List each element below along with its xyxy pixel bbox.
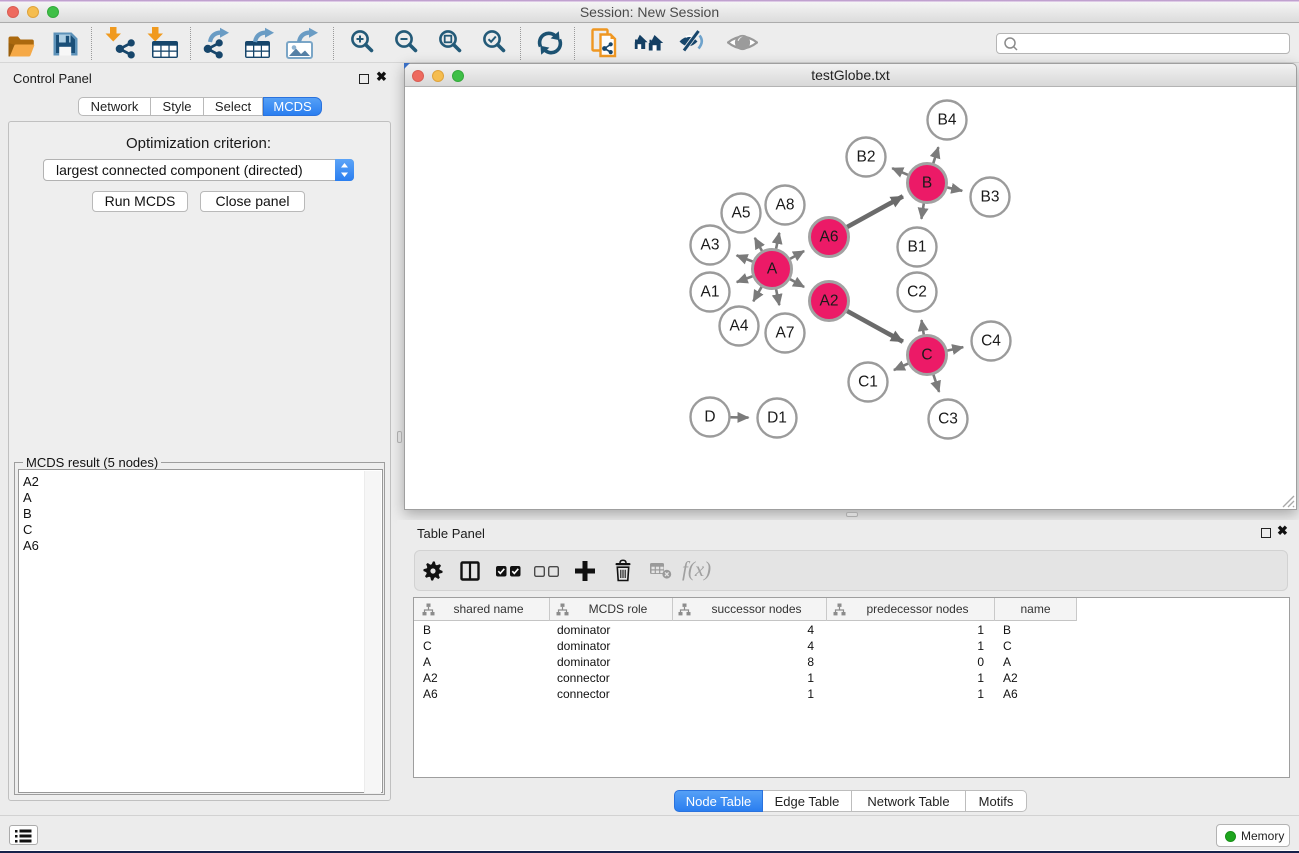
svg-text:A3: A3 bbox=[701, 237, 720, 254]
svg-text:A6: A6 bbox=[820, 229, 839, 246]
svg-text:B3: B3 bbox=[981, 189, 1000, 206]
svg-text:A: A bbox=[767, 261, 778, 278]
svg-text:f(x): f(x) bbox=[682, 560, 711, 581]
svg-text:A2: A2 bbox=[820, 293, 839, 310]
svg-text:D: D bbox=[704, 409, 715, 426]
svg-text:A7: A7 bbox=[776, 325, 795, 342]
svg-text:C: C bbox=[921, 347, 932, 364]
svg-text:A1: A1 bbox=[701, 284, 720, 301]
svg-text:B: B bbox=[922, 175, 932, 192]
svg-text:A8: A8 bbox=[776, 197, 795, 214]
svg-text:A4: A4 bbox=[730, 318, 749, 335]
svg-text:C4: C4 bbox=[981, 333, 1001, 350]
svg-text:A5: A5 bbox=[732, 205, 751, 222]
svg-text:C1: C1 bbox=[858, 374, 878, 391]
svg-text:D1: D1 bbox=[767, 410, 787, 427]
svg-text:B1: B1 bbox=[908, 239, 927, 256]
svg-text:B4: B4 bbox=[938, 112, 957, 129]
svg-text:C3: C3 bbox=[938, 411, 958, 428]
svg-text:C2: C2 bbox=[907, 284, 927, 301]
svg-text:B2: B2 bbox=[857, 149, 876, 166]
